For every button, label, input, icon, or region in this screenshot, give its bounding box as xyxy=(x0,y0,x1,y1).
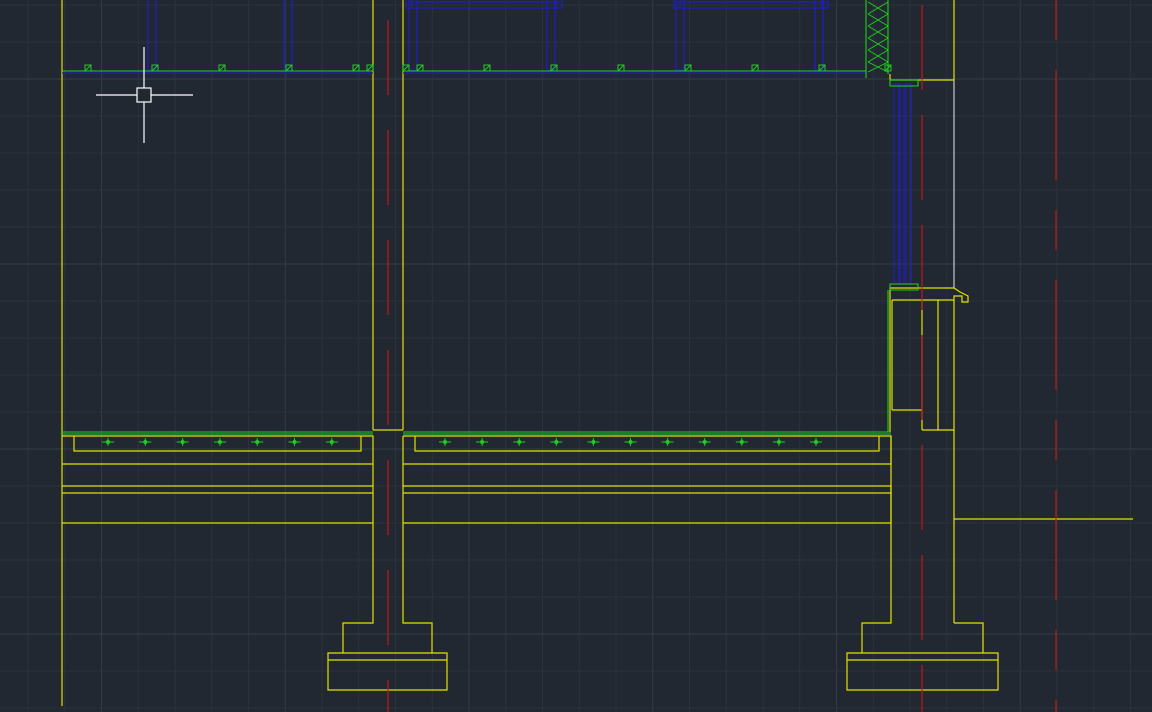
rebar-dot xyxy=(776,440,781,444)
rebar-dot xyxy=(702,440,707,444)
tick-diagonal xyxy=(483,64,491,72)
tick-diagonal xyxy=(617,64,625,72)
tick-diagonal xyxy=(402,64,410,72)
rebar-dot xyxy=(814,440,818,444)
green-tick-marks xyxy=(84,64,892,72)
cad-drawing-canvas[interactable] xyxy=(0,0,1152,712)
rebar-dot xyxy=(106,440,110,444)
rebar-dot xyxy=(554,440,559,444)
rebar-dot xyxy=(143,440,148,444)
rebar-points xyxy=(102,438,822,446)
blue-window-layer xyxy=(62,0,912,285)
rebar-dot xyxy=(255,440,260,444)
rebar-dot xyxy=(628,440,633,444)
rebar-dot xyxy=(665,440,670,444)
tick-diagonal xyxy=(366,64,374,72)
rebar-dot xyxy=(480,440,485,444)
crosshair-pickbox-icon xyxy=(96,47,193,143)
rebar-dot xyxy=(443,440,447,444)
tick-diagonal xyxy=(218,64,226,72)
tick-diagonal xyxy=(352,64,360,72)
rebar-dot xyxy=(739,440,744,444)
rebar-dot xyxy=(517,440,522,444)
tick-diagonal xyxy=(751,64,759,72)
tick-diagonal xyxy=(416,64,424,72)
tick-diagonal xyxy=(84,64,92,72)
drawing-viewport[interactable] xyxy=(0,0,1152,712)
rebar-dot xyxy=(180,440,185,444)
red-centerline-layer xyxy=(387,0,1057,712)
rebar-dot xyxy=(591,440,596,444)
background-grid xyxy=(0,0,1152,712)
tick-diagonal xyxy=(684,64,692,72)
yellow-structure-layer xyxy=(61,0,1133,706)
rebar-dot xyxy=(217,440,222,444)
rebar-dot xyxy=(292,440,297,444)
rebar-dot xyxy=(329,440,334,444)
